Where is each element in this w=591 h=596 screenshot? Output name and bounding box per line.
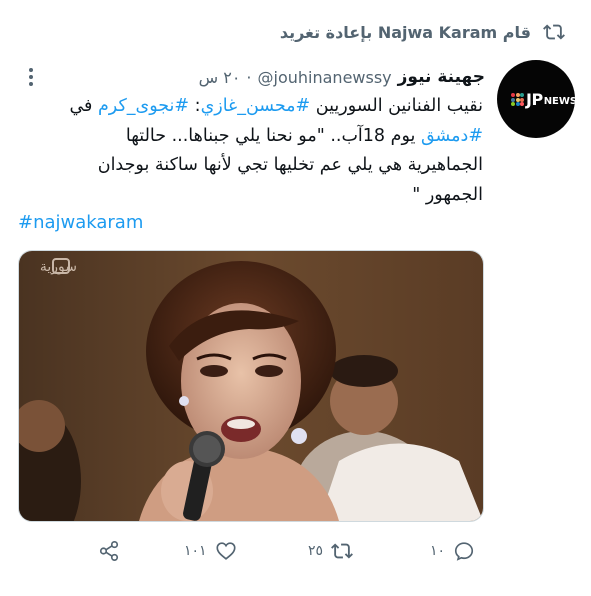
- user-handle[interactable]: @jouhinanewssy: [258, 68, 392, 87]
- retweet-context: قام Najwa Karam بإعادة تغريد: [280, 18, 565, 46]
- reply-count: ١٠: [430, 543, 446, 559]
- jpnews-logo: JP NEWS: [511, 90, 575, 109]
- tweet-text: نقيب الفنانين السوريين #محسن_غازي: #نجوى…: [18, 92, 483, 210]
- reply-button[interactable]: ١٠: [430, 536, 475, 566]
- share-button[interactable]: [98, 536, 120, 566]
- retweet-icon: [543, 24, 565, 40]
- tweet-media-image[interactable]: سورية: [18, 250, 484, 522]
- separator-dot: ·: [246, 67, 252, 87]
- retweet-suffix: بإعادة تغريد: [279, 22, 373, 42]
- retweet-label: قام Najwa Karam بإعادة تغريد: [280, 23, 531, 42]
- singer-photo: سورية: [19, 251, 483, 521]
- logo-news: NEWS: [543, 96, 575, 107]
- tweet-line-2: #دمشق يوم 18آب.. "مو نحنا يلي جبناها... …: [125, 125, 483, 146]
- logo-jp: JP: [526, 90, 543, 109]
- hashtag-najwakaram[interactable]: #najwakaram: [18, 212, 143, 233]
- tweet-card[interactable]: قام Najwa Karam بإعادة تغريد JP NEWS جهي…: [0, 0, 591, 596]
- retweet-count: ٢٥: [308, 543, 324, 559]
- tweet-line-1: نقيب الفنانين السوريين #محسن_غازي: #نجوى…: [69, 96, 483, 116]
- share-icon: [99, 541, 119, 561]
- retweet-button[interactable]: ٢٥: [308, 536, 353, 566]
- retweet-icon: [331, 543, 353, 559]
- channel-logo-text: سورية: [40, 259, 77, 275]
- channel-logo: سورية: [40, 258, 77, 275]
- heart-icon: [216, 542, 236, 560]
- hashtag-damascus[interactable]: #دمشق: [421, 126, 483, 146]
- retweeter-name[interactable]: Najwa Karam: [378, 23, 497, 42]
- hashtag-mohsen-ghazi[interactable]: #محسن_غازي: [201, 96, 311, 116]
- timestamp[interactable]: ٢٠ س: [199, 68, 241, 87]
- avatar[interactable]: JP NEWS: [497, 60, 575, 138]
- retweet-prefix: قام: [502, 22, 531, 42]
- display-name[interactable]: جهينة نيوز: [398, 67, 485, 87]
- tweet-header: جهينة نيوز @jouhinanewssy · ٢٠ س: [48, 64, 485, 90]
- more-options-icon[interactable]: [22, 64, 40, 90]
- tweet-line-4: الجمهور ": [412, 184, 483, 205]
- action-bar: ١٠١ ٢٥ ١٠: [18, 536, 482, 566]
- hashtag-najwa-karam-ar[interactable]: #نجوى_كرم: [98, 96, 189, 116]
- comment-icon: [454, 542, 474, 561]
- like-count: ١٠١: [184, 543, 207, 559]
- logo-dots-icon: [511, 93, 524, 106]
- tweet-line-3: الجماهيرية هي يلي عم تخليها تجي لأنها سا…: [97, 155, 483, 175]
- like-button[interactable]: ١٠١: [184, 536, 237, 566]
